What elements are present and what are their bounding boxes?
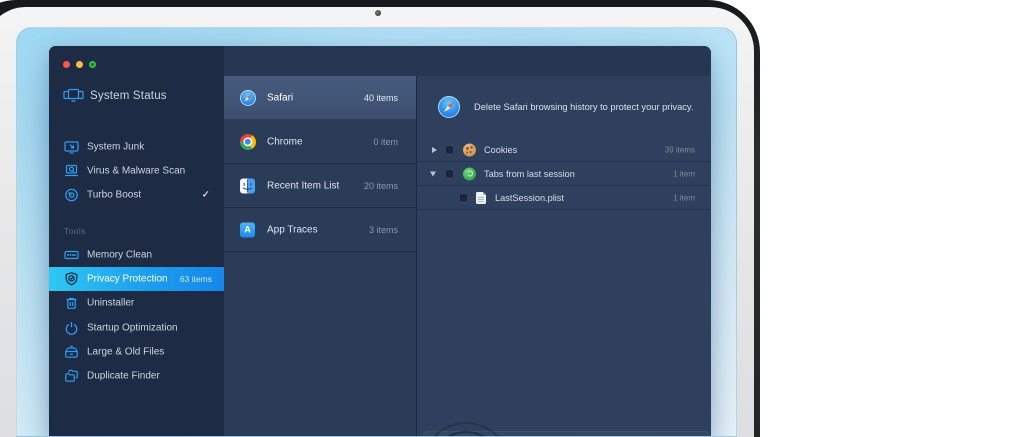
sidebar-item-startup-optimization[interactable]: Startup Optimization	[49, 317, 224, 339]
detail-row-label: Tabs from last session	[484, 169, 575, 179]
clean-button-ring: Clean	[430, 431, 502, 437]
category-label: Safari	[267, 92, 293, 103]
category-list: Safari 40 items Chrome 0 item	[224, 76, 416, 437]
category-label: Recent Item List	[267, 180, 339, 191]
category-row-app-traces[interactable]: A App Traces 3 items	[224, 208, 416, 252]
category-count: 3 items	[369, 225, 398, 235]
sidebar-item-turbo-boost[interactable]: Turbo Boost ✓	[49, 184, 224, 206]
sidebar-item-label: Large & Old Files	[87, 347, 164, 358]
category-count: 0 item	[373, 137, 398, 147]
category-row-recent-items[interactable]: Recent Item List 20 items	[224, 164, 416, 208]
chrome-icon	[240, 134, 256, 150]
safari-icon	[240, 90, 256, 106]
sidebar-item-label: System Junk	[87, 142, 144, 153]
virus-scan-icon	[64, 164, 79, 178]
sidebar-item-label: Memory Clean	[87, 250, 152, 261]
sidebar-item-label: Duplicate Finder	[87, 371, 160, 382]
turbo-boost-checkmark: ✓	[202, 190, 210, 201]
category-count: 40 items	[364, 93, 398, 103]
cookie-icon	[463, 143, 476, 156]
detail-panel: Delete Safari browsing history to protec…	[416, 76, 711, 437]
sidebar-item-uninstaller[interactable]: Uninstaller	[49, 292, 224, 314]
detail-row-count: 1 item	[673, 193, 695, 202]
tabs-session-checkbox[interactable]	[445, 169, 454, 178]
minimize-button[interactable]	[76, 61, 83, 68]
sidebar: System Status System Junk	[49, 46, 224, 437]
app-title: System Status	[63, 88, 167, 103]
system-status-icon	[63, 88, 84, 103]
app-window: System Status System Junk	[49, 46, 711, 437]
category-label: App Traces	[267, 224, 318, 235]
sidebar-item-large-old-files[interactable]: Large & Old Files	[49, 341, 224, 363]
category-row-chrome[interactable]: Chrome 0 item	[224, 120, 416, 164]
detail-row-count: 1 item	[673, 169, 695, 178]
detail-row-tabs-session[interactable]: Tabs from last session 1 item	[417, 162, 711, 186]
traffic-lights	[63, 61, 96, 68]
category-count: 20 items	[364, 181, 398, 191]
app-traces-letter: A	[244, 225, 251, 234]
sidebar-item-virus-scan[interactable]: Virus & Malware Scan	[49, 160, 224, 182]
detail-description: Delete Safari browsing history to protec…	[474, 102, 693, 112]
app-title-label: System Status	[90, 90, 167, 102]
sidebar-item-system-junk[interactable]: System Junk	[49, 136, 224, 158]
session-icon	[463, 167, 476, 180]
detail-row-cookies[interactable]: Cookies 39 items	[417, 138, 711, 162]
finder-icon	[240, 178, 255, 193]
detail-header: Delete Safari browsing history to protec…	[417, 76, 711, 138]
system-junk-icon	[64, 140, 79, 154]
expander-expanded-icon[interactable]	[430, 171, 436, 176]
large-old-files-icon	[64, 345, 79, 359]
lastsession-checkbox[interactable]	[459, 193, 468, 202]
privacy-protection-icon	[64, 272, 79, 287]
macbook-device: System Status System Junk	[0, 0, 1024, 437]
app-traces-icon: A	[240, 222, 255, 237]
detail-rows: Cookies 39 items Tabs from last session …	[417, 138, 711, 210]
sidebar-item-duplicate-finder[interactable]: Duplicate Finder	[49, 365, 224, 387]
sidebar-item-privacy-protection[interactable]: Privacy Protection 63 items	[49, 267, 224, 291]
camera-dot	[375, 10, 381, 16]
sidebar-item-label: Uninstaller	[87, 298, 134, 309]
sidebar-item-memory-clean[interactable]: Memory Clean	[49, 244, 224, 266]
file-icon	[476, 192, 486, 204]
screen-wallpaper: System Status System Junk	[16, 27, 737, 437]
detail-row-count: 39 items	[665, 145, 695, 154]
sidebar-item-label: Privacy Protection	[87, 274, 168, 285]
safari-large-icon	[438, 96, 460, 118]
uninstaller-icon	[64, 296, 79, 310]
sidebar-item-count: 63 items	[180, 274, 212, 284]
tools-heading: Tools	[64, 226, 86, 236]
zoom-button[interactable]	[89, 61, 96, 68]
duplicate-finder-icon	[64, 369, 79, 383]
turbo-boost-icon	[64, 188, 79, 202]
close-button[interactable]	[63, 61, 70, 68]
startup-optimization-icon	[64, 321, 79, 335]
cookies-checkbox[interactable]	[445, 145, 454, 154]
expander-collapsed-icon[interactable]	[432, 147, 437, 153]
category-row-safari[interactable]: Safari 40 items	[224, 76, 416, 120]
detail-row-lastsession-file[interactable]: LastSession.plist 1 item	[417, 186, 711, 210]
category-label: Chrome	[267, 136, 303, 147]
detail-row-label: Cookies	[484, 145, 517, 155]
sidebar-item-label: Turbo Boost	[87, 190, 141, 201]
memory-clean-icon	[64, 248, 79, 262]
sidebar-item-label: Virus & Malware Scan	[87, 166, 185, 177]
sidebar-item-label: Startup Optimization	[87, 323, 178, 334]
detail-row-label: LastSession.plist	[495, 193, 564, 203]
